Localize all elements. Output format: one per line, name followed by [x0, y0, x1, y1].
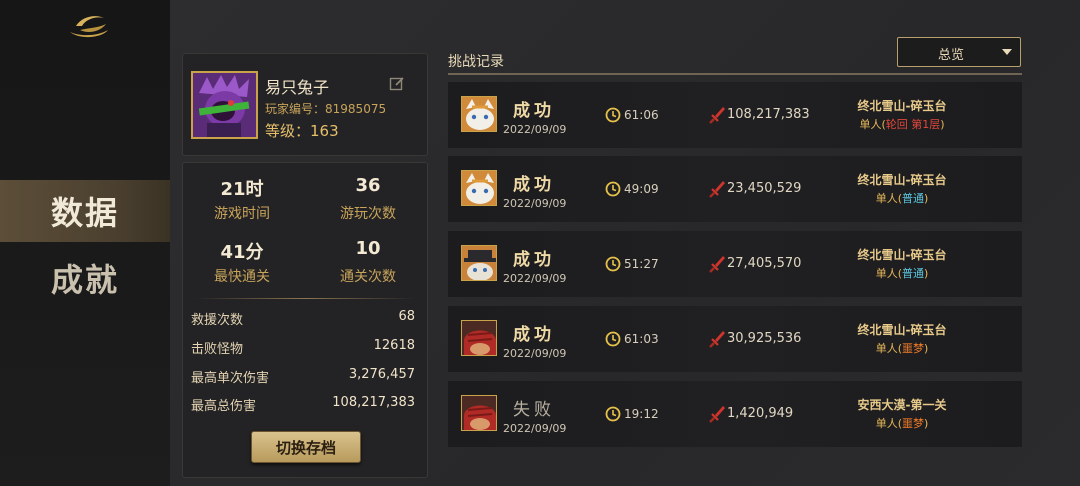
divider — [448, 73, 1022, 75]
left-nav: 数据 成就 — [0, 0, 170, 486]
clock-icon — [605, 331, 621, 347]
stat-rescues-label: 救援次数 — [191, 313, 244, 328]
stat-kills-label: 击败怪物 — [191, 342, 244, 357]
record-row[interactable]: 成功 2022/09/09 61:03 30,925,536 终北雪山-碎玉台 单人(噩梦… — [448, 306, 1022, 372]
stat-fastest-label: 最快通关 — [214, 269, 270, 285]
record-date: 2022/09/09 — [503, 123, 567, 136]
record-mode-detail: 普通 — [902, 192, 924, 205]
record-date: 2022/09/09 — [503, 272, 567, 285]
record-mode: 单人(轮回 第1层) — [859, 118, 945, 131]
sword-icon — [709, 330, 725, 348]
sword-icon — [709, 255, 725, 273]
record-time: 49:09 — [624, 182, 659, 196]
record-avatar — [461, 320, 497, 356]
record-mode: 单人(普通) — [875, 267, 929, 280]
stat-rescues-value: 68 — [398, 309, 415, 324]
stat-plays-label: 游玩次数 — [340, 206, 396, 222]
record-damage: 27,405,570 — [727, 256, 802, 271]
record-mode-detail: 噩梦 — [902, 417, 924, 430]
profile-card: 易只兔子 玩家编号：81985075 等级：163 — [182, 53, 428, 156]
clock-icon — [605, 406, 621, 422]
record-time: 61:03 — [624, 332, 659, 346]
player-name: 易只兔子 — [265, 78, 330, 97]
clock-icon — [605, 107, 621, 123]
stat-max-hit-label: 最高单次伤害 — [191, 371, 270, 386]
edit-icon[interactable] — [389, 76, 405, 92]
record-avatar — [461, 395, 497, 431]
record-date: 2022/09/09 — [503, 197, 567, 210]
record-mode-detail: 普通 — [902, 267, 924, 280]
record-date: 2022/09/09 — [503, 422, 567, 435]
record-row[interactable]: 成功 2022/09/09 51:27 27,405,570 终北雪山-碎玉台 单人(普通… — [448, 231, 1022, 297]
record-avatar — [461, 170, 497, 206]
player-id: 玩家编号：81985075 — [265, 102, 387, 116]
stat-playtime-label: 游戏时间 — [214, 206, 270, 222]
sword-icon — [709, 180, 725, 198]
stat-max-hit-value: 3,276,457 — [348, 367, 415, 382]
record-damage: 1,420,949 — [727, 406, 794, 421]
record-row[interactable]: 成功 2022/09/09 61:06 108,217,383 终北雪山-碎玉台 单人(轮… — [448, 82, 1022, 148]
stat-fastest-value: 41分 — [220, 242, 264, 263]
record-damage: 30,925,536 — [727, 331, 802, 346]
record-result: 成功 — [513, 175, 555, 195]
player-level: 等级：163 — [265, 122, 339, 140]
filter-dropdown[interactable]: 总览 — [897, 37, 1021, 67]
stats-card: 21时 游戏时间 36 游玩次数 41分 最快通关 10 通关次数 救援次数 6… — [182, 162, 428, 478]
player-id-value: 81985075 — [325, 102, 387, 116]
stat-max-total-label: 最高总伤害 — [191, 399, 257, 414]
clock-icon — [605, 181, 621, 197]
record-time: 61:06 — [624, 108, 659, 122]
record-mode-detail: 轮回 第1层 — [885, 118, 941, 131]
record-time: 51:27 — [624, 257, 659, 271]
stat-clears-label: 通关次数 — [340, 269, 396, 285]
record-result: 失败 — [513, 400, 555, 420]
player-level-value: 163 — [310, 122, 339, 140]
record-damage: 23,450,529 — [727, 181, 802, 196]
records-title: 挑战记录 — [448, 54, 504, 70]
record-map: 终北雪山-碎玉台 — [857, 173, 947, 187]
nav-item-data[interactable]: 数据 — [0, 180, 170, 242]
stat-max-total-value: 108,217,383 — [332, 395, 415, 410]
record-row[interactable]: 失败 2022/09/09 19:12 1,420,949 安西大漠-第一关 单人(噩梦) — [448, 381, 1022, 447]
record-time: 19:12 — [624, 407, 659, 421]
divider — [195, 298, 415, 299]
record-map: 终北雪山-碎玉台 — [857, 323, 947, 337]
filter-selected-value: 总览 — [937, 48, 964, 63]
record-damage: 108,217,383 — [727, 107, 810, 122]
record-mode-detail: 噩梦 — [902, 342, 924, 355]
record-avatar — [461, 245, 497, 281]
stat-kills-value: 12618 — [373, 338, 415, 353]
game-logo-icon — [70, 16, 108, 38]
clock-icon — [605, 256, 621, 272]
stat-clears-value: 10 — [355, 238, 381, 259]
record-map: 终北雪山-碎玉台 — [857, 248, 947, 262]
stat-plays-value: 36 — [355, 175, 381, 196]
record-mode: 单人(噩梦) — [875, 417, 929, 430]
record-mode: 单人(噩梦) — [875, 342, 929, 355]
sword-icon — [709, 405, 725, 423]
sword-icon — [709, 106, 725, 124]
record-result: 成功 — [513, 101, 555, 121]
record-mode: 单人(普通) — [875, 192, 929, 205]
record-result: 成功 — [513, 325, 555, 345]
switch-save-button[interactable]: 切换存档 — [251, 431, 361, 463]
record-date: 2022/09/09 — [503, 347, 567, 360]
stat-playtime-value: 21时 — [220, 179, 264, 200]
record-map: 安西大漠-第一关 — [857, 398, 947, 412]
chevron-down-icon — [1002, 49, 1012, 55]
record-row[interactable]: 成功 2022/09/09 49:09 23,450,529 终北雪山-碎玉台 单人(普通… — [448, 156, 1022, 222]
record-avatar — [461, 96, 497, 132]
nav-item-achievements[interactable]: 成就 — [0, 247, 170, 309]
record-map: 终北雪山-碎玉台 — [857, 99, 947, 113]
avatar[interactable] — [191, 71, 258, 139]
record-result: 成功 — [513, 250, 555, 270]
